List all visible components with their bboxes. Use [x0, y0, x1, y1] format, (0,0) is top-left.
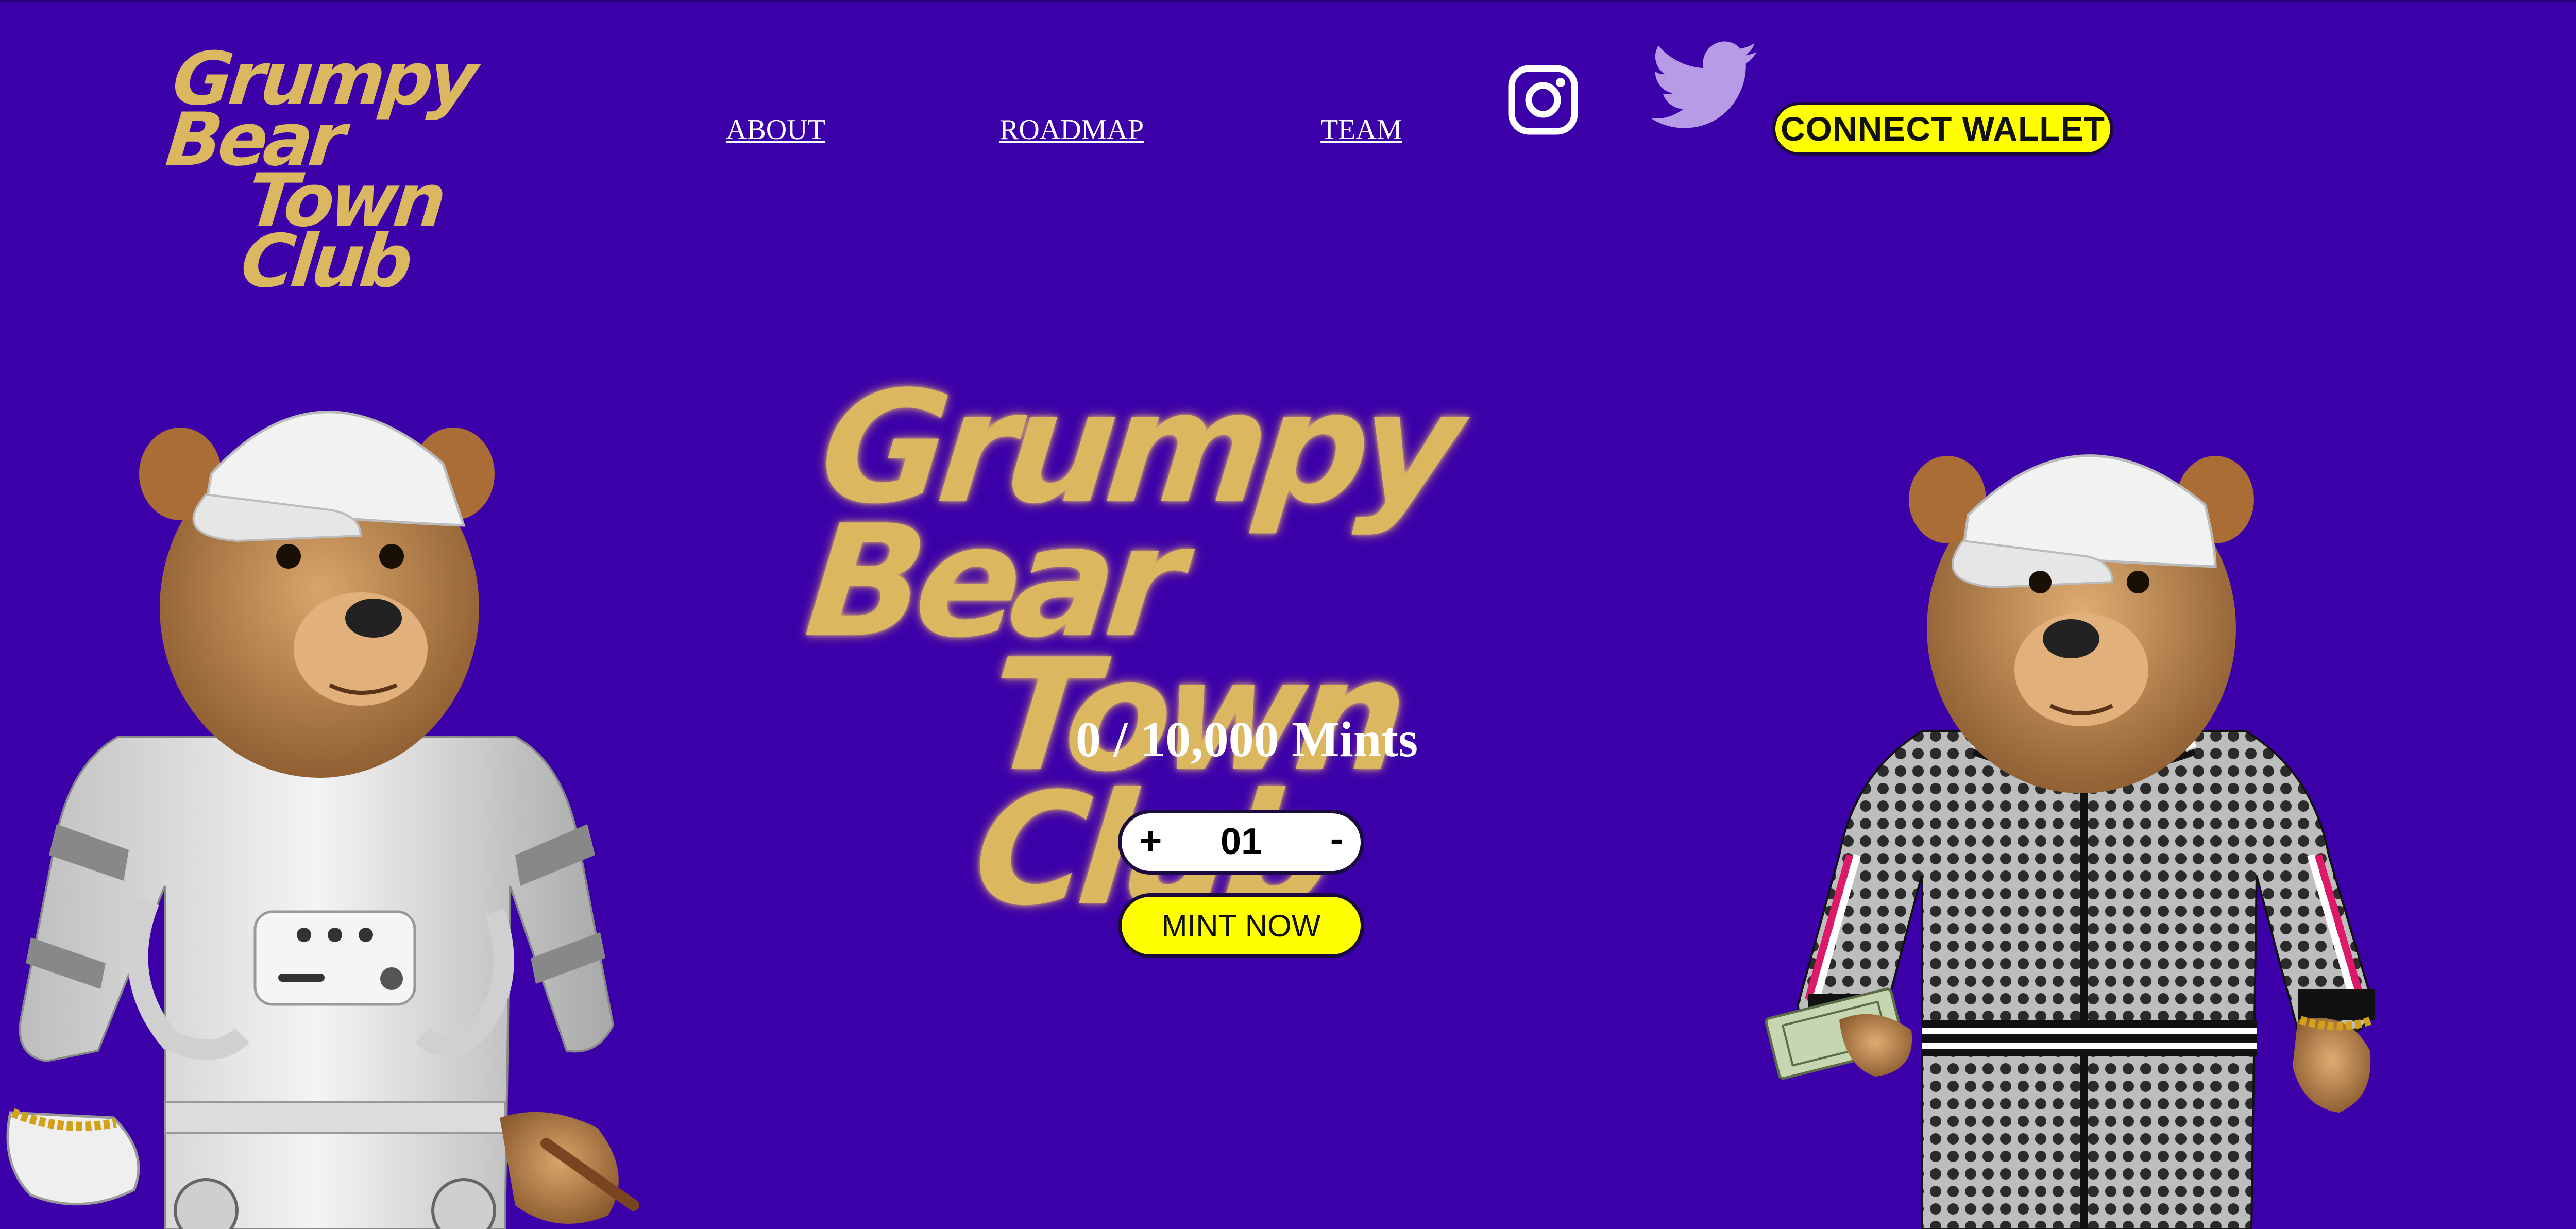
- twitter-icon[interactable]: [1651, 40, 1759, 133]
- nav-team[interactable]: TEAM: [1320, 113, 1402, 146]
- site-logo[interactable]: Grumpy Bear Town Club: [162, 37, 568, 304]
- hero-logo-line-1: Grumpy Bear: [799, 358, 1462, 672]
- decrement-button[interactable]: -: [1330, 816, 1343, 861]
- mint-now-button[interactable]: MINT NOW: [1118, 893, 1364, 958]
- hero-logo: Grumpy Bear Town Club: [799, 358, 1633, 940]
- astronaut-bear-image: [0, 371, 649, 1229]
- quantity-stepper: + 01 -: [1118, 810, 1364, 875]
- logo-line-1: Grumpy Bear: [162, 37, 478, 182]
- nav-roadmap[interactable]: ROADMAP: [999, 113, 1144, 146]
- top-border: [0, 0, 2576, 2]
- hero-logo-line-2: Town Club: [966, 626, 1407, 940]
- tracksuit-bear-image: [1752, 412, 2391, 1229]
- mint-counter: 0 / 10,000 Mints: [1075, 712, 1418, 767]
- quantity-value: 01: [1220, 821, 1262, 862]
- logo-line-2: Town Club: [237, 158, 447, 304]
- instagram-icon[interactable]: [1507, 64, 1579, 136]
- nav-about[interactable]: ABOUT: [726, 113, 825, 146]
- connect-wallet-button[interactable]: CONNECT WALLET: [1772, 102, 2113, 156]
